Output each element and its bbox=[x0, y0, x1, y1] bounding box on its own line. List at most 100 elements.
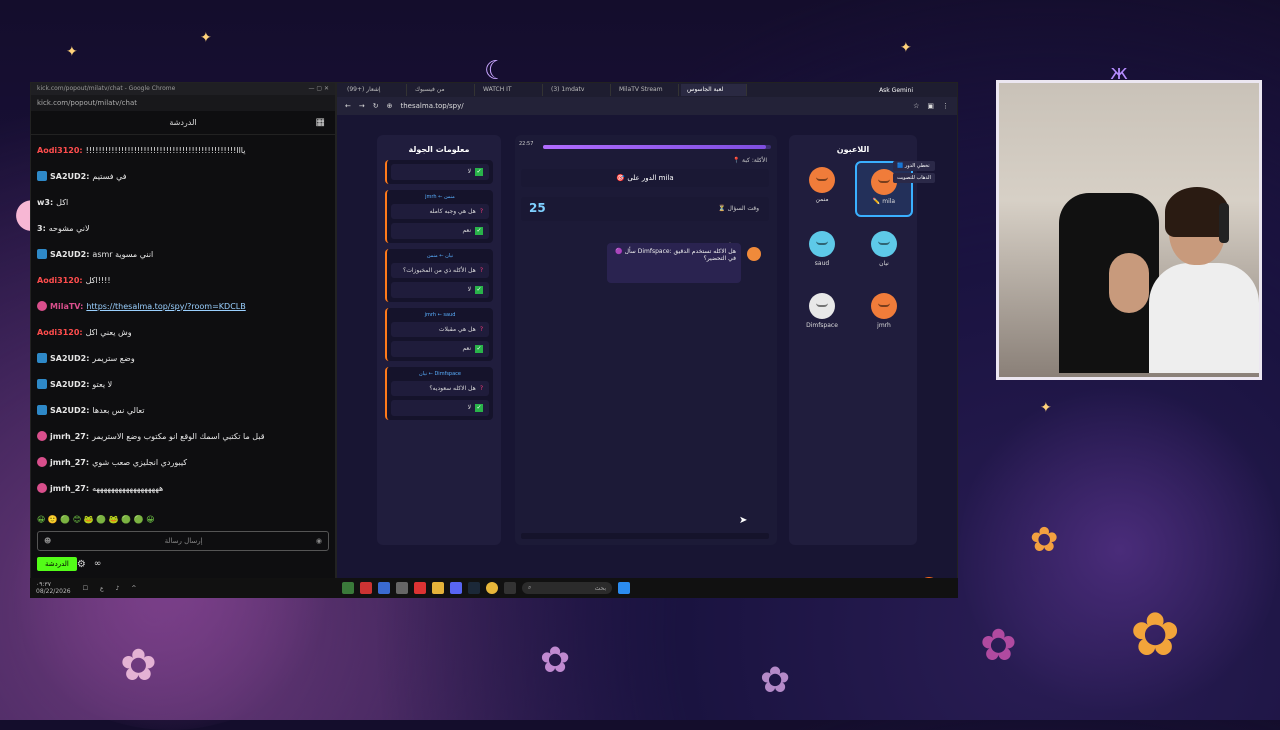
browser-tab[interactable]: WATCH IT bbox=[477, 84, 543, 96]
skip-turn-button[interactable]: 🟦 تخطي الدور bbox=[893, 161, 935, 171]
chat-username[interactable]: SA2UD2: bbox=[50, 250, 89, 259]
ask-gemini-button[interactable]: Ask Gemini bbox=[879, 87, 913, 94]
forward-icon[interactable]: → bbox=[359, 102, 365, 110]
reload-icon[interactable]: ↻ bbox=[373, 102, 379, 110]
site-info-icon[interactable]: ⊕ bbox=[387, 102, 393, 110]
tray-up-icon[interactable]: ^ bbox=[131, 585, 136, 592]
chat-settings-icon[interactable]: ▦ bbox=[316, 117, 325, 128]
chat-link[interactable]: https://thesalma.top/spy/?room=KDCLB bbox=[86, 302, 245, 311]
taskbar-date: 08/22/2026 bbox=[36, 588, 71, 595]
player-card[interactable]: نيان bbox=[855, 225, 913, 281]
qa-answer-text: نعم bbox=[462, 227, 471, 234]
bookmark-icon[interactable]: ☆ bbox=[913, 102, 919, 110]
player-card[interactable]: saud bbox=[793, 225, 851, 281]
chat-message: SA2UD2: asmr انني مسوية bbox=[37, 241, 329, 267]
chat-username[interactable]: 3: bbox=[37, 224, 46, 233]
send-button[interactable]: الدردشة bbox=[37, 557, 77, 571]
chat-message: SA2UD2: وضع ستريمر bbox=[37, 345, 329, 371]
chat-text: لاني مشوحه bbox=[48, 223, 90, 233]
qa-players: نيان ← منمن bbox=[426, 253, 454, 259]
folder-icon[interactable] bbox=[432, 582, 444, 594]
gear-icon[interactable]: ⚙ bbox=[77, 559, 86, 570]
language-icon[interactable]: ع bbox=[100, 585, 104, 592]
windows-start-icon[interactable] bbox=[618, 582, 630, 594]
chat-window: kick.com/popout/milatv/chat - Google Chr… bbox=[30, 82, 336, 598]
user-badge-icon bbox=[37, 457, 47, 467]
chat-username[interactable]: jmrh_27: bbox=[50, 432, 89, 441]
xbox-icon[interactable] bbox=[342, 582, 354, 594]
player-avatar bbox=[871, 231, 897, 257]
round-info-panel: معلومات الجولة لا ✓ jmrh ← منمن هل هي وجبه … bbox=[377, 135, 501, 545]
chat-input-placeholder: إرسال رسالة bbox=[164, 537, 203, 545]
back-icon[interactable]: ← bbox=[345, 102, 351, 110]
player-card[interactable]: منمن bbox=[793, 161, 851, 217]
app-icon[interactable] bbox=[378, 582, 390, 594]
chat-username[interactable]: Aodi3120: bbox=[37, 276, 83, 285]
chat-username[interactable]: jmrh_27: bbox=[50, 484, 89, 493]
chat-header: الدردشة ▦ bbox=[31, 111, 335, 135]
player-card[interactable]: jmrh bbox=[855, 287, 913, 343]
chat-input[interactable]: ☻ إرسال رسالة ◉ bbox=[37, 531, 329, 551]
player-card[interactable]: Dimfspace bbox=[793, 287, 851, 343]
question-icon: ? bbox=[479, 208, 483, 215]
extensions-icon[interactable]: ▣ bbox=[927, 102, 934, 110]
app-icon[interactable] bbox=[504, 582, 516, 594]
player-avatar bbox=[809, 167, 835, 193]
taskbar-search[interactable]: ⌕ بحث bbox=[522, 582, 612, 594]
question-message: 🟣 سأل Dimfspace: هل الاكله تستخدم الدقيق… bbox=[607, 243, 741, 283]
browser-window: (99+) إشعار من فيسبوك WATCH IT (3) 1mdatv Mi… bbox=[336, 82, 958, 598]
mic-icon[interactable]: ♪ bbox=[116, 585, 120, 592]
flower-icon: ✿ bbox=[120, 640, 157, 691]
steam-icon[interactable] bbox=[468, 582, 480, 594]
game-input-bar[interactable] bbox=[521, 533, 769, 539]
user-badge-icon bbox=[37, 249, 47, 259]
go-vote-button[interactable]: الذهاب للتصويت bbox=[893, 173, 935, 183]
qa-log[interactable]: لا ✓ jmrh ← منمن هل هي وجبه كامله? نعم ✓ نيان … bbox=[377, 160, 501, 420]
notifications-icon[interactable]: ☐ bbox=[83, 585, 88, 592]
qa-entry: نيان ← Dimfspace هل الاكله سعوديه؟? لا ✓ bbox=[385, 367, 493, 420]
settings-icon[interactable] bbox=[396, 582, 408, 594]
check-icon: ✓ bbox=[475, 227, 483, 235]
flower-icon: ✿ bbox=[1130, 600, 1181, 670]
browser-tab[interactable]: (99+) إشعار bbox=[341, 84, 407, 96]
address-bar[interactable]: ← → ↻ ⊕ thesalma.top/spy/ ☆ ▣ ⋮ bbox=[337, 97, 957, 115]
record-icon[interactable]: ◉ bbox=[316, 537, 322, 545]
question-icon: ? bbox=[479, 385, 483, 392]
flower-icon: ✿ bbox=[540, 640, 571, 681]
chat-username[interactable]: w3: bbox=[37, 198, 53, 207]
qa-answer: لا ✓ bbox=[391, 400, 489, 416]
app-icon[interactable] bbox=[414, 582, 426, 594]
browser-tab[interactable]: (3) 1mdatv bbox=[545, 84, 611, 96]
browser-tab[interactable]: MilaTV Stream bbox=[613, 84, 679, 96]
chat-username[interactable]: MilaTV: bbox=[50, 302, 83, 311]
menu-icon[interactable]: ⋮ bbox=[942, 102, 949, 110]
chrome-icon[interactable] bbox=[486, 582, 498, 594]
browser-tab[interactable]: لعبة الجاسوس bbox=[681, 84, 747, 96]
chat-username[interactable]: jmrh_27: bbox=[50, 458, 89, 467]
app-icon[interactable] bbox=[360, 582, 372, 594]
chat-username[interactable]: SA2UD2: bbox=[50, 380, 89, 389]
discord-icon[interactable] bbox=[450, 582, 462, 594]
chat-username[interactable]: SA2UD2: bbox=[50, 406, 89, 415]
infinity-icon[interactable]: ∞ bbox=[94, 559, 102, 569]
user-badge-icon bbox=[37, 301, 47, 311]
emoji-icon[interactable]: ☻ bbox=[44, 537, 51, 545]
qa-question: هل هي وجبه كامله? bbox=[391, 204, 489, 219]
sparkle-icon: ✦ bbox=[900, 40, 912, 56]
chat-username[interactable]: Aodi3120: bbox=[37, 146, 83, 155]
window-controls[interactable]: — ▢ ✕ bbox=[308, 85, 329, 93]
chat-username[interactable]: SA2UD2: bbox=[50, 172, 89, 181]
chat-username[interactable]: Aodi3120: bbox=[37, 328, 83, 337]
chat-message: Aodi3120:!!!!!!!!!!!!!!!!!!!!!!!!!!!!!!!… bbox=[37, 137, 329, 163]
chat-message-list[interactable]: Aodi3120:!!!!!!!!!!!!!!!!!!!!!!!!!!!!!!!… bbox=[31, 135, 335, 515]
chat-text: !!!!!!!!!!!!!!!!!!!!!!!!!!!!!!!!!!!!!!!!… bbox=[85, 145, 246, 155]
emote-row[interactable]: 😀 🙂 🟢 😊 🐸 🟢 🐸 🟢 🟢 😀 bbox=[31, 515, 335, 529]
check-icon: ✓ bbox=[475, 404, 483, 412]
chat-message: SA2UD2: في فستيم bbox=[37, 163, 329, 189]
url-text[interactable]: thesalma.top/spy/ bbox=[401, 102, 464, 110]
player-name: jmrh bbox=[877, 322, 891, 329]
chat-username[interactable]: SA2UD2: bbox=[50, 354, 89, 363]
browser-tab[interactable]: من فيسبوك bbox=[409, 84, 475, 96]
qa-question-text: هل الاكله سعوديه؟ bbox=[429, 385, 476, 392]
sparkle-icon: ✦ bbox=[66, 44, 78, 60]
